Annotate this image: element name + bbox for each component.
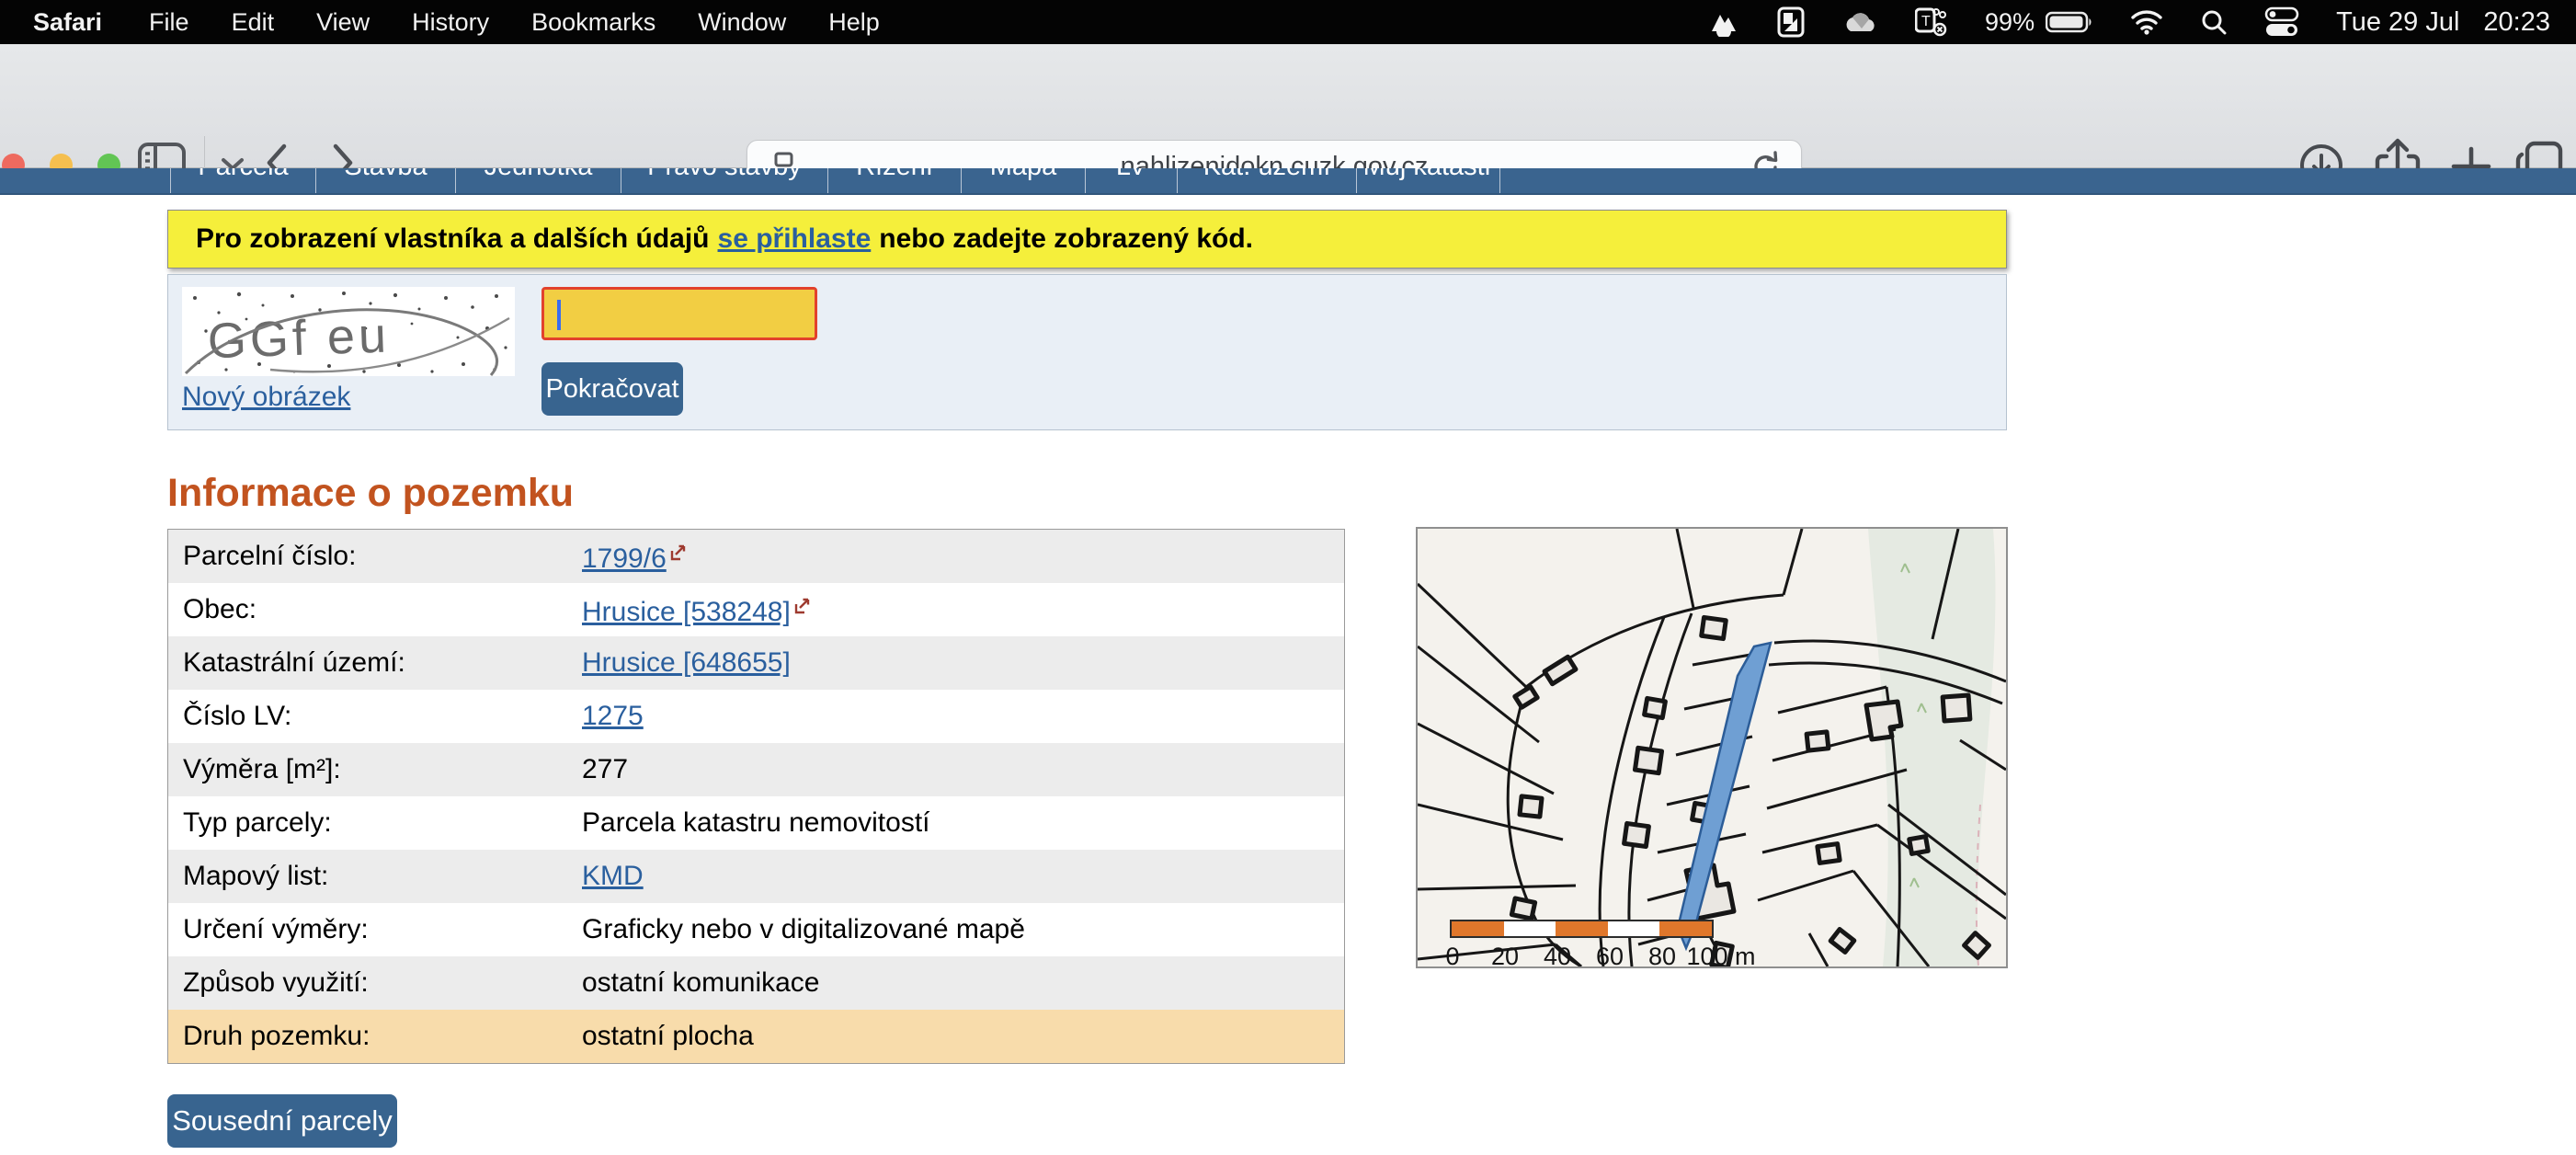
banner-text-before: Pro zobrazení vlastníka a dalších údajů [196, 223, 710, 255]
lv-number-link[interactable]: 1275 [582, 701, 644, 731]
svg-text:T: T [1921, 14, 1931, 29]
scale-tick: 60 [1596, 943, 1624, 968]
scale-tick: 40 [1544, 943, 1571, 968]
external-link-icon [793, 591, 811, 623]
tab-mapa[interactable]: Mapa [961, 168, 1085, 193]
menu-edit[interactable]: Edit [211, 8, 296, 37]
row-value: ostatní komunikace [582, 967, 1344, 999]
app-mountain-icon[interactable] [1707, 7, 1740, 37]
scale-tick: 20 [1491, 943, 1519, 968]
menu-safari[interactable]: Safari [24, 8, 128, 37]
map-scale-bar [1450, 920, 1714, 938]
control-center-icon[interactable] [2264, 6, 2299, 38]
captcha-input[interactable] [541, 287, 817, 340]
table-row: Katastrální území: Hrusice [648655] [168, 636, 1344, 690]
tab-lv[interactable]: LV [1085, 168, 1177, 193]
page-title: Informace o pozemku [167, 471, 574, 516]
row-value: Graficky nebo v digitalizované mapě [582, 914, 1344, 945]
row-label: Katastrální území: [168, 647, 582, 679]
login-link[interactable]: se přihlaste [718, 223, 872, 255]
nav-end-separator [1499, 168, 1500, 193]
neighbors-button[interactable]: Sousední parcely [167, 1094, 397, 1148]
new-captcha-link[interactable]: Nový obrázek [182, 382, 350, 413]
menu-items: Safari File Edit View History Bookmarks … [0, 8, 901, 37]
row-label: Určení výměry: [168, 914, 582, 945]
tab-muj-katastr[interactable]: Můj katastr [1356, 168, 1499, 193]
clock-time: 20:23 [2483, 7, 2550, 38]
table-row: Typ parcely: Parcela katastru nemovitost… [168, 796, 1344, 850]
table-row: Obec: Hrusice [538248] [168, 583, 1344, 636]
menu-clock[interactable]: Tue 29 Jul 20:23 [2336, 7, 2550, 38]
menu-view[interactable]: View [295, 8, 391, 37]
municipality-link[interactable]: Hrusice [538248] [582, 597, 791, 627]
menu-window[interactable]: Window [677, 8, 807, 37]
scan-app-icon[interactable] [1777, 6, 1805, 38]
scale-tick: 80 [1648, 943, 1676, 968]
status-tray: T 99% Tue 29 Jul 20:23 [1707, 6, 2576, 38]
parcel-info-table: Parcelní číslo: 1799/6 Obec: Hrusice [53… [167, 529, 1345, 1064]
tab-pravo-stavby[interactable]: Právo stavby [621, 168, 827, 193]
banner-text-after: nebo zadejte zobrazený kód. [879, 223, 1253, 255]
spotlight-icon[interactable] [2200, 8, 2228, 36]
row-label: Mapový list: [168, 861, 582, 892]
row-value: Parcela katastru nemovitostí [582, 807, 1344, 839]
screen: Safari File Edit View History Bookmarks … [0, 0, 2576, 1155]
wifi-icon[interactable] [2130, 9, 2163, 35]
captcha-image: GGf eu [182, 287, 515, 376]
site-nav-bar: Parcela Stavba Jednotka Právo stavby Říz… [0, 168, 2576, 195]
table-row: Způsob využití: ostatní komunikace [168, 956, 1344, 1010]
menu-file[interactable]: File [128, 8, 211, 37]
table-row: Mapový list: KMD [168, 850, 1344, 903]
row-value: 277 [582, 754, 1344, 785]
table-row: Číslo LV: 1275 [168, 690, 1344, 743]
menu-help[interactable]: Help [807, 8, 901, 37]
login-banner: Pro zobrazení vlastníka a dalších údajů … [167, 210, 2007, 269]
row-label: Způsob využití: [168, 967, 582, 999]
table-row: Určení výměry: Graficky nebo v digitaliz… [168, 903, 1344, 956]
map-drawing: ch [1418, 529, 2006, 966]
row-label: Obec: [168, 594, 582, 625]
row-label: Výměra [m²]: [168, 754, 582, 785]
tab-parcela[interactable]: Parcela [170, 168, 315, 193]
menu-bookmarks[interactable]: Bookmarks [510, 8, 677, 37]
cloud-icon[interactable] [1841, 9, 1878, 35]
table-row: Výměra [m²]: 277 [168, 743, 1344, 796]
table-row-highlighted: Druh pozemku: ostatní plocha [168, 1010, 1344, 1063]
row-label: Parcelní číslo: [168, 541, 582, 572]
battery-percent-label: 99% [1985, 8, 2035, 37]
teams-status-icon[interactable]: T [1915, 6, 1948, 38]
row-label: Číslo LV: [168, 701, 582, 732]
scale-tick: 0 [1445, 943, 1459, 968]
battery-icon [2046, 11, 2093, 33]
tab-stavba[interactable]: Stavba [315, 168, 455, 193]
row-label: Druh pozemku: [168, 1021, 582, 1052]
macos-menu-bar: Safari File Edit View History Bookmarks … [0, 0, 2576, 44]
external-link-icon [669, 538, 687, 569]
menu-history[interactable]: History [391, 8, 510, 37]
tab-kat-uzemi[interactable]: Kat. území [1177, 168, 1356, 193]
tab-rizeni[interactable]: Řízení [827, 168, 961, 193]
row-label: Typ parcely: [168, 807, 582, 839]
battery-indicator[interactable]: 99% [1985, 8, 2093, 37]
clock-date: Tue 29 Jul [2336, 7, 2459, 38]
tab-jednotka[interactable]: Jednotka [455, 168, 621, 193]
text-caret [557, 300, 561, 330]
continue-button[interactable]: Pokračovat [541, 362, 683, 416]
safari-toolbar: nahlizenidokn.cuzk.gov.cz [0, 44, 2576, 168]
map-sheet-link[interactable]: KMD [582, 861, 644, 891]
cadastral-area-link[interactable]: Hrusice [648655] [582, 647, 791, 678]
map-scale-ticks: 0 20 40 60 80 100 m [1418, 943, 2006, 968]
captcha-panel: GGf eu Nový obrázek Pokračovat [167, 274, 2007, 430]
cadastral-map[interactable]: ch 0 20 40 60 80 100 m [1416, 527, 2008, 968]
scale-tick: 100 m [1686, 943, 1755, 968]
parcel-number-link[interactable]: 1799/6 [582, 543, 667, 574]
table-row: Parcelní číslo: 1799/6 [168, 530, 1344, 583]
row-value: ostatní plocha [582, 1021, 1344, 1052]
